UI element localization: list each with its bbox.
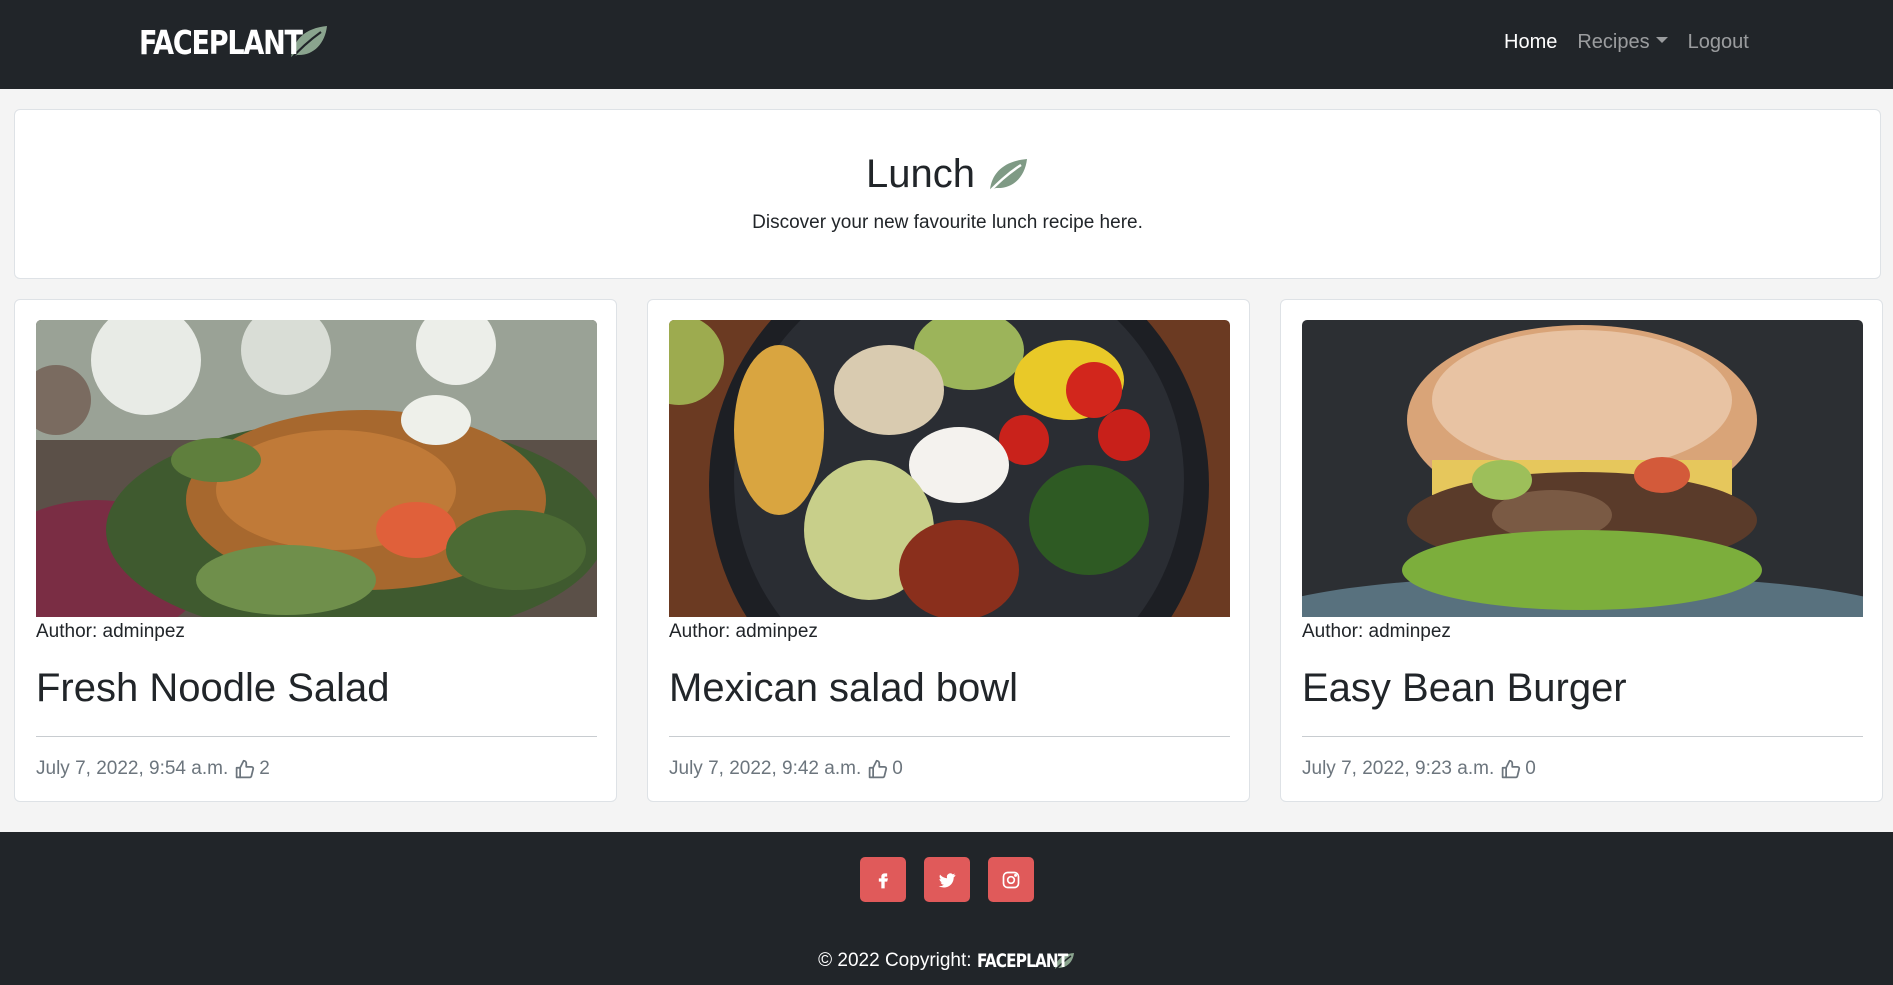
page-footer: © 2022 Copyright: FACEPLANT — [0, 832, 1893, 985]
nav-recipes-label: Recipes — [1577, 30, 1650, 53]
like-count: 2 — [259, 758, 270, 779]
recipe-author: Author: adminpez — [36, 621, 185, 642]
top-navbar: FACEPLANT Home Recipes Logout — [0, 0, 1893, 89]
card-divider — [669, 736, 1230, 737]
like-count: 0 — [1525, 758, 1536, 779]
nav-home-link[interactable]: Home — [1504, 31, 1557, 54]
instagram-button[interactable] — [987, 857, 1034, 902]
recipe-date: July 7, 2022, 9:42 a.m. — [669, 758, 862, 779]
brand-name: FACEPLANT — [139, 22, 303, 62]
recipe-meta: July 7, 2022, 9:54 a.m. 2 — [36, 758, 270, 780]
recipe-meta: July 7, 2022, 9:42 a.m. 0 — [669, 758, 903, 780]
nav-logout-link[interactable]: Logout — [1688, 31, 1749, 54]
thumbs-up-icon[interactable] — [867, 759, 888, 780]
facebook-icon — [878, 872, 888, 888]
copyright-line: © 2022 Copyright: FACEPLANT — [0, 950, 1893, 972]
facebook-button[interactable] — [859, 857, 906, 902]
recipe-meta: July 7, 2022, 9:23 a.m. 0 — [1302, 758, 1536, 780]
noodle-salad-photo[interactable] — [36, 320, 597, 617]
social-links — [0, 857, 1893, 902]
bean-burger-photo[interactable] — [1302, 320, 1863, 617]
nav-recipes-dropdown[interactable]: Recipes — [1577, 30, 1668, 54]
recipe-card[interactable]: Author: adminpez Easy Bean Burger July 7… — [1280, 299, 1883, 802]
recipe-title[interactable]: Mexican salad bowl — [669, 666, 1018, 711]
thumbs-up-icon[interactable] — [1500, 759, 1521, 780]
instagram-icon — [1002, 871, 1019, 888]
category-subtitle: Discover your new favourite lunch recipe… — [752, 212, 1143, 233]
recipe-author: Author: adminpez — [1302, 621, 1451, 642]
caret-down-icon — [1655, 37, 1668, 44]
twitter-icon — [938, 872, 955, 888]
thumbs-up-icon[interactable] — [234, 759, 255, 780]
noodle-salad-image — [36, 320, 597, 617]
like-count: 0 — [892, 758, 903, 779]
recipe-author: Author: adminpez — [669, 621, 818, 642]
twitter-button[interactable] — [923, 857, 970, 902]
brand-logo-link[interactable]: FACEPLANT — [139, 20, 329, 64]
recipe-card[interactable]: Author: adminpez Fresh Noodle Salad July… — [14, 299, 617, 802]
recipe-title[interactable]: Easy Bean Burger — [1302, 666, 1627, 711]
nav-menu: Home Recipes Logout — [1504, 28, 1769, 56]
category-title: Lunch — [866, 152, 975, 196]
recipe-title[interactable]: Fresh Noodle Salad — [36, 666, 390, 711]
category-title-row: Lunch — [15, 152, 1880, 197]
recipe-date: July 7, 2022, 9:54 a.m. — [36, 758, 229, 779]
bean-burger-image — [1302, 320, 1863, 617]
recipe-date: July 7, 2022, 9:23 a.m. — [1302, 758, 1495, 779]
category-header: Lunch Discover your new favourite lunch … — [14, 109, 1881, 279]
card-divider — [36, 736, 597, 737]
mexican-bowl-photo[interactable] — [669, 320, 1230, 617]
copyright-text: © 2022 Copyright: — [818, 950, 972, 971]
card-divider — [1302, 736, 1863, 737]
mexican-bowl-image — [669, 320, 1230, 617]
footer-brand-name: FACEPLANT — [976, 950, 1068, 972]
leaf-icon — [987, 158, 1027, 194]
recipe-card[interactable]: Author: adminpez Mexican salad bowl July… — [647, 299, 1250, 802]
